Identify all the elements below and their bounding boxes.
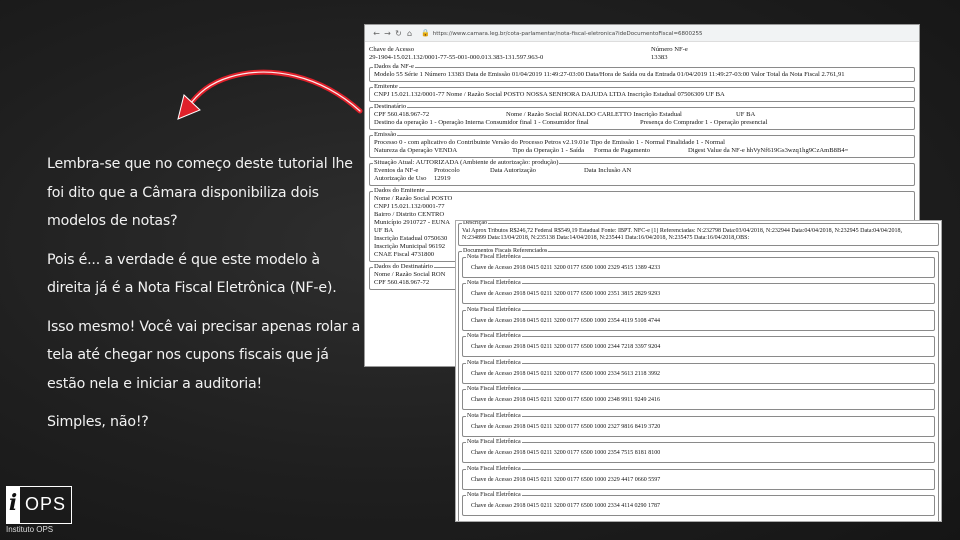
nota-fiscal-item: Nota Fiscal Eletrônica Chave de Acesso 29…: [462, 386, 935, 411]
nota-fiscal-item: Nota Fiscal Eletrônica Chave de Acesso 29…: [462, 359, 935, 384]
paragraph-4: Simples, não!?: [47, 414, 149, 430]
section-legend: Dados da NF-e: [373, 63, 415, 71]
nf-legend: Nota Fiscal Eletrônica: [466, 333, 522, 341]
nf-legend: Nota Fiscal Eletrônica: [466, 492, 522, 500]
emitente-field: Bairro / Distrito CENTRO: [374, 211, 445, 218]
situacao-section: Situação Atual: AUTORIZADA (Ambiente de …: [369, 159, 915, 186]
dest-destino: Destino da operação 1 - Operação Interna…: [374, 119, 589, 126]
back-icon[interactable]: ←: [371, 29, 382, 38]
eventos-header: Eventos da NF-e: [374, 167, 419, 174]
chave-acesso: Chave de Acesso 2918 0415 0211 3200 0177…: [471, 344, 661, 351]
section-legend: Destinatário: [373, 103, 408, 111]
chave-acesso: Chave de Acesso 2918 0415 0211 3200 0177…: [471, 370, 661, 377]
instituto-ops-logo: i OPS Instituto OPS: [6, 486, 72, 534]
chave-acesso: Chave de Acesso 2918 0415 0211 3200 0177…: [471, 291, 661, 298]
nota-fiscal-item: Nota Fiscal Eletrônica Chave de Acesso 29…: [462, 280, 935, 305]
paragraph-1: Lembra-se que no começo deste tutorial l…: [47, 156, 353, 229]
nota-fiscal-item: Nota Fiscal Eletrônica Chave de Acesso 29…: [462, 465, 935, 490]
eventos-cell: 12919: [434, 175, 451, 182]
nf-legend: Nota Fiscal Eletrônica: [466, 280, 522, 288]
dados-nfe-section: Dados da NF-e Modelo 55 Série 1 Número 1…: [369, 63, 915, 82]
nota-fiscal-item: Nota Fiscal Eletrônica Chave de Acesso 29…: [462, 253, 935, 278]
nota-fiscal-item: Nota Fiscal Eletrônica Chave de Acesso 29…: [462, 439, 935, 464]
descricao-line: Val Aprox Tributos R$246,72 Federal R$54…: [462, 228, 903, 234]
emitente-field: Nome / Razão Social POSTO: [374, 195, 453, 202]
chave-acesso: Chave de Acesso 2918 0415 0211 3200 0177…: [471, 264, 661, 271]
nf-legend: Nota Fiscal Eletrônica: [466, 306, 522, 315]
emissao-digest: Digest Value da NF-e hhVyNf619Gs3wzq1hg9…: [688, 147, 849, 154]
nota-fiscal-item: Nota Fiscal Eletrônica Chave de Acesso 29…: [462, 306, 935, 331]
red-arrow-icon: [177, 69, 363, 120]
logo-mark: i OPS: [6, 486, 72, 524]
logo-i: i: [6, 486, 20, 524]
emissao-line: Processo 0 - com aplicativo do Contribui…: [374, 139, 725, 146]
section-legend: Emitente: [373, 83, 399, 91]
dest-nome: Nome / Razão Social RONALDO CARLETTO Ins…: [506, 111, 682, 118]
descricao-section: Descrição Val Aprox Tributos R$246,72 Fe…: [458, 220, 939, 246]
lock-icon: 🔒: [421, 29, 430, 37]
section-legend: Situação Atual: AUTORIZADA (Ambiente de …: [373, 159, 560, 167]
referenced-notes-document: Descrição Val Aprox Tributos R$246,72 Fe…: [455, 220, 942, 522]
logo-caption: Instituto OPS: [6, 525, 54, 534]
eventos-header: Protocolo: [434, 167, 460, 174]
paragraph-2: Pois é... a verdade é que este modelo à …: [47, 251, 337, 297]
chave-acesso: Chave de Acesso 2918 0415 0211 3200 0177…: [471, 423, 661, 430]
documentos-referenciados-section: Documentos Fiscais Referenciados Nota Fi…: [458, 247, 939, 521]
chave-acesso: Chave de Acesso 2918 0415 0211 3200 0177…: [471, 450, 661, 457]
section-legend: Descrição: [462, 220, 488, 228]
chave-value: 29-1904-15.021.132/0001-77-55-001-000.01…: [369, 54, 544, 61]
address-bar[interactable]: 🔒 https://www.camara.leg.br/cota-parlamen…: [421, 29, 919, 37]
nf-legend: Nota Fiscal Eletrônica: [466, 253, 522, 262]
home-icon[interactable]: ⌂: [404, 29, 415, 38]
nf-legend: Nota Fiscal Eletrônica: [466, 439, 522, 447]
eventos-cell: Autorização de Uso: [374, 175, 427, 182]
paragraph-3: Isso mesmo! Você vai precisar apenas rol…: [47, 318, 361, 392]
nf-legend: Nota Fiscal Eletrônica: [466, 412, 522, 421]
numero-label: Número NF-e: [651, 46, 688, 53]
section-legend: Dados do Destinatário: [373, 263, 434, 271]
nf-legend: Nota Fiscal Eletrônica: [466, 465, 522, 474]
descricao-line: N:234899 Data:13/04/2018, N:235138 Data:…: [462, 235, 750, 242]
chave-acesso: Chave de Acesso 2918 0415 0211 3200 0177…: [471, 503, 661, 510]
eventos-header: Data Inclusão AN: [584, 167, 632, 174]
emitente-section: Emitente CNPJ 15.021.132/0001-77 Nome / …: [369, 83, 915, 102]
logo-ops: OPS: [20, 486, 72, 524]
nota-fiscal-item: Nota Fiscal Eletrônica Chave de Acesso 29…: [462, 333, 935, 358]
slide-text: Lembra-se que no começo deste tutorial l…: [47, 150, 367, 447]
eventos-header: Data Autorização: [490, 167, 536, 174]
address-bar-url: https://www.camara.leg.br/cota-parlament…: [432, 31, 703, 37]
nf-legend: Nota Fiscal Eletrônica: [466, 386, 522, 394]
destinatario-section: Destinatário CPF 560.418.967-72 Nome / Ra…: [369, 103, 915, 130]
dest-uf: UF BA: [736, 111, 756, 118]
section-legend: Emissão: [373, 131, 398, 139]
emissao-tipo: Tipo da Operação 1 - Saída: [512, 147, 585, 154]
chave-acesso: Chave de Acesso 2918 0415 0211 3200 0177…: [471, 397, 661, 404]
chave-label: Chave de Acesso: [369, 46, 415, 53]
chave-header: Chave de Acesso 29-1904-15.021.132/0001-7…: [369, 46, 915, 62]
nota-fiscal-item: Nota Fiscal Eletrônica Chave de Acesso 29…: [462, 492, 935, 517]
nf-legend: Nota Fiscal Eletrônica: [466, 359, 522, 368]
emissao-natureza: Natureza da Operação VENDA: [374, 147, 458, 154]
dest-cpf: CPF 560.418.967-72: [374, 111, 430, 118]
emitente-line: CNPJ 15.021.132/0001-77 Nome / Razão Soc…: [374, 91, 725, 98]
section-legend: Dados do Emitente: [373, 187, 426, 195]
numero-value: 13383: [651, 54, 668, 61]
emissao-section: Emissão Processo 0 - com aplicativo do C…: [369, 131, 915, 158]
dados-line: Modelo 55 Série 1 Número 13383 Data de E…: [374, 71, 845, 78]
reload-icon[interactable]: ↻: [393, 29, 404, 38]
dest-presenca: Presença do Comprador 1 - Operação prese…: [640, 119, 768, 126]
emissao-pagamento: Forma de Pagamento: [594, 147, 651, 154]
browser-toolbar: ← → ↻ ⌂ 🔒 https://www.camara.leg.br/cota-…: [365, 25, 919, 42]
chave-acesso: Chave de Acesso 2918 0415 0211 3200 0177…: [471, 476, 661, 483]
chave-acesso: Chave de Acesso 2918 0415 0211 3200 0177…: [471, 317, 661, 324]
emitente-field: CNPJ 15.021.132/0001-77: [374, 203, 445, 210]
forward-icon[interactable]: →: [382, 29, 393, 38]
nota-fiscal-item: Nota Fiscal Eletrônica Chave de Acesso 29…: [462, 412, 935, 437]
